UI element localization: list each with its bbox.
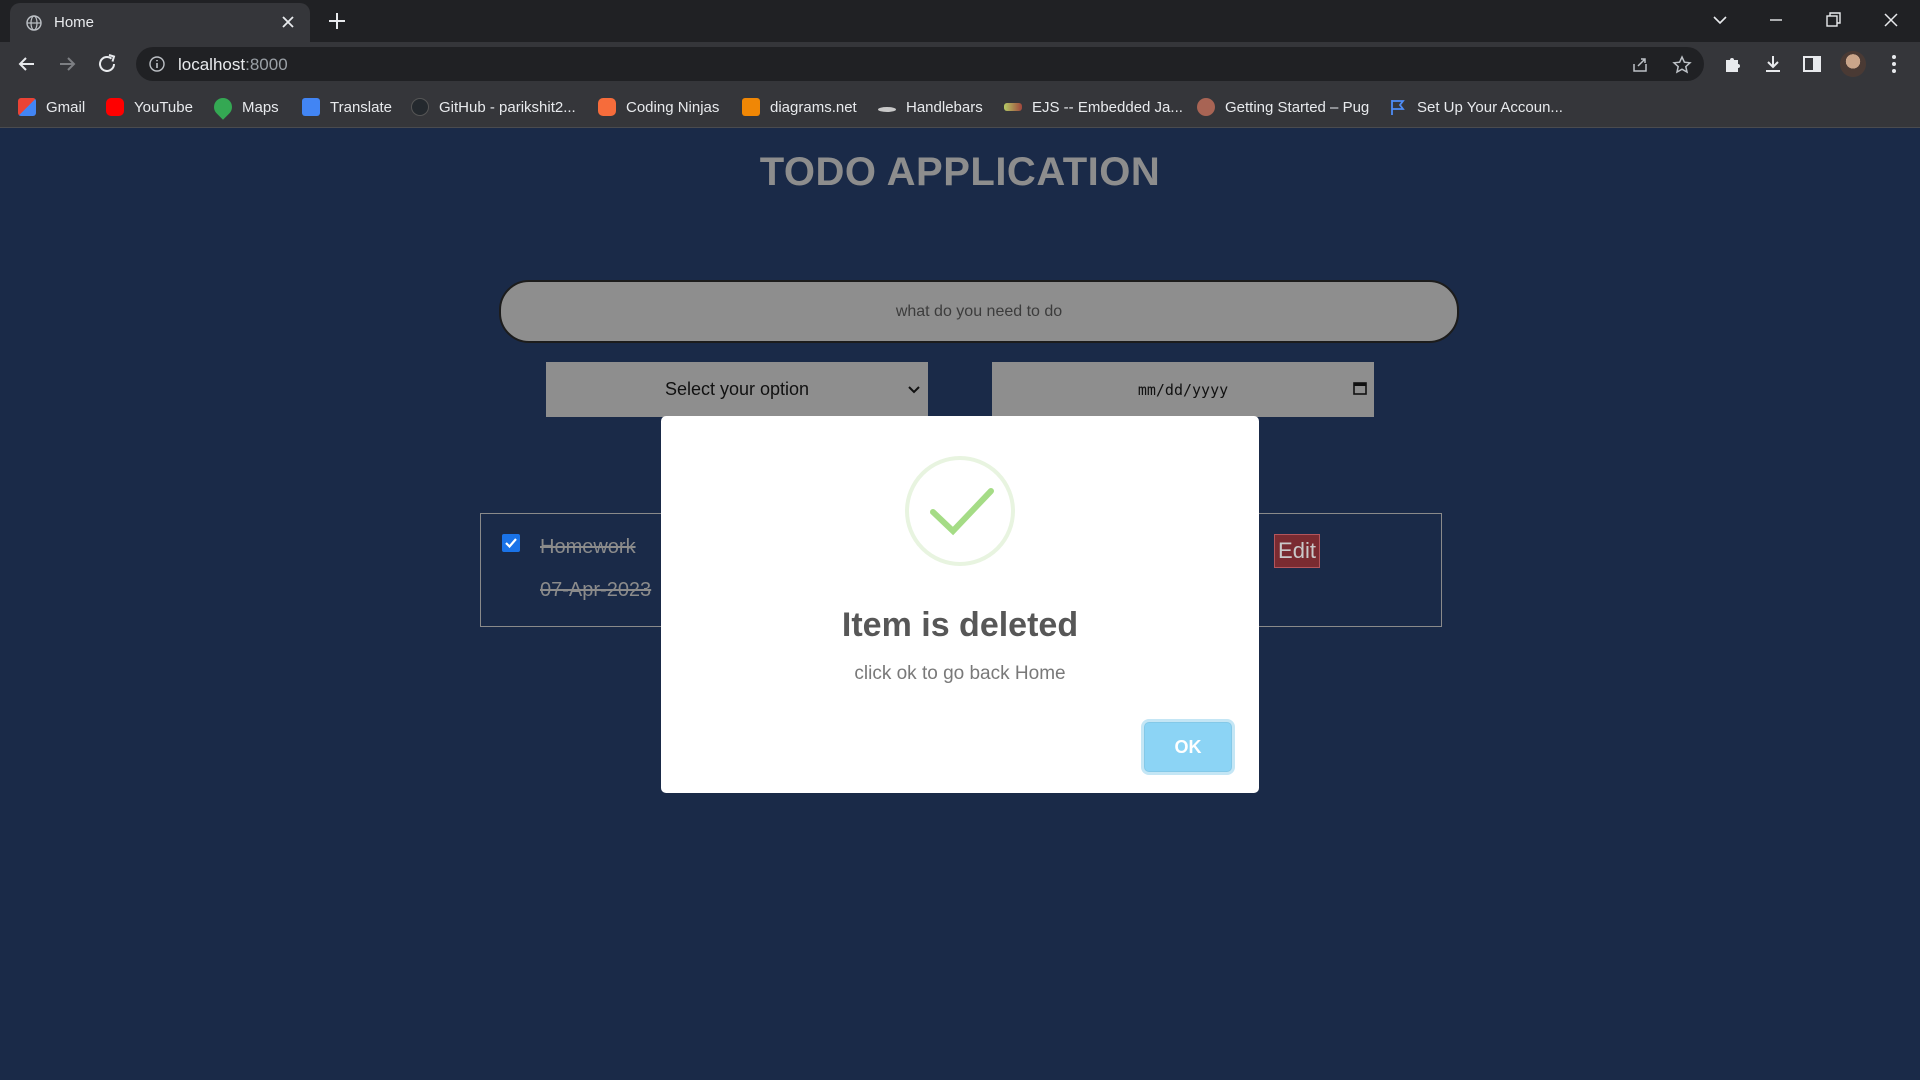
forward-arrow-icon[interactable] [55,52,79,76]
bookmark-label: Getting Started – Pug [1225,98,1370,116]
reload-icon[interactable] [95,52,119,76]
tab-title: Home [54,14,95,31]
edit-button[interactable]: Edit [1274,534,1320,568]
dialog-title: Item is deleted [841,606,1079,644]
task-date: 07-Apr-2023 [540,579,652,601]
due-date-placeholder: mm/dd/yyyy [1137,380,1229,399]
profile-avatar[interactable] [1840,51,1866,77]
tab-search-chevron-icon[interactable] [1708,8,1732,32]
window-close-icon[interactable] [1879,8,1903,32]
bookmark-pug[interactable]: Getting Started – Pug [1197,96,1369,118]
close-tab-icon[interactable] [278,12,298,32]
download-icon[interactable] [1761,52,1785,76]
calendar-icon[interactable] [1352,380,1368,396]
task-checkbox[interactable] [502,534,520,552]
bookmark-label: YouTube [134,98,193,116]
checkmark-icon [505,538,517,549]
share-icon[interactable] [1630,55,1650,75]
side-panel-icon[interactable] [1800,52,1824,76]
todo-description-input[interactable] [499,280,1459,343]
back-arrow-icon[interactable] [15,52,39,76]
handlebars-icon [878,106,896,112]
success-dialog: Item is deleted click ok to go back Home… [661,416,1259,793]
browser-tab-home[interactable]: Home [10,3,310,42]
globe-icon [26,15,42,31]
bookmark-setup-account[interactable]: Set Up Your Accoun... [1389,96,1563,118]
flag-icon [1391,100,1405,115]
chevron-down-icon [908,386,920,394]
bookmark-star-icon[interactable] [1672,55,1692,75]
success-check-icon [930,488,994,536]
gmail-icon [18,98,36,116]
bookmarks-bar: Gmail YouTube Maps Translate GitHub - pa… [0,86,1920,128]
youtube-icon [106,98,124,116]
bookmark-label: Maps [242,98,279,116]
bookmark-label: Set Up Your Accoun... [1417,98,1563,116]
category-select-value: Select your option [664,379,810,399]
bookmark-label: Coding Ninjas [626,98,720,116]
bookmark-youtube[interactable]: YouTube [106,96,193,118]
bookmark-label: Translate [330,98,392,116]
more-menu-icon[interactable] [1882,52,1906,76]
bookmark-maps[interactable]: Maps [210,94,279,120]
bookmark-label: EJS -- Embedded Ja... [1032,98,1183,116]
bookmark-ejs[interactable]: EJS -- Embedded Ja... [1004,96,1183,118]
ok-button[interactable]: OK [1144,722,1232,772]
bookmark-label: Gmail [46,98,86,116]
ejs-icon [1004,103,1022,111]
diagrams-icon [742,98,760,116]
page-title: TODO APPLICATION [759,150,1161,194]
bookmark-label: diagrams.net [770,98,857,116]
minimize-icon[interactable] [1764,8,1788,32]
browser-toolbar: localhost:8000 [0,42,1920,86]
bookmark-label: Handlebars [906,98,983,116]
due-date-input[interactable]: mm/dd/yyyy [992,362,1374,417]
coding-ninjas-icon [598,98,616,116]
url-port: :8000 [245,55,288,74]
extensions-puzzle-icon[interactable] [1721,52,1745,76]
dialog-message: click ok to go back Home [854,663,1066,684]
site-info-icon[interactable] [148,55,166,73]
category-select[interactable]: Select your option [546,362,928,417]
bookmark-diagrams[interactable]: diagrams.net [742,96,857,118]
bookmark-github[interactable]: GitHub - parikshit2... [411,96,576,118]
address-bar[interactable]: localhost:8000 [136,47,1704,81]
new-tab-icon[interactable] [326,10,348,32]
task-name: Homework [540,536,636,558]
translate-icon [302,98,320,116]
pug-icon [1197,98,1215,116]
bookmark-coding-ninjas[interactable]: Coding Ninjas [598,96,719,118]
github-icon [411,98,429,116]
browser-tab-strip: Home [0,0,1920,42]
bookmark-translate[interactable]: Translate [302,96,392,118]
bookmark-label: GitHub - parikshit2... [439,98,576,116]
maps-icon [210,94,236,120]
restore-icon[interactable] [1821,8,1845,32]
bookmark-handlebars[interactable]: Handlebars [878,96,983,118]
url-text: localhost:8000 [178,55,288,75]
bookmark-gmail[interactable]: Gmail [18,96,85,118]
url-host: localhost [178,55,246,74]
